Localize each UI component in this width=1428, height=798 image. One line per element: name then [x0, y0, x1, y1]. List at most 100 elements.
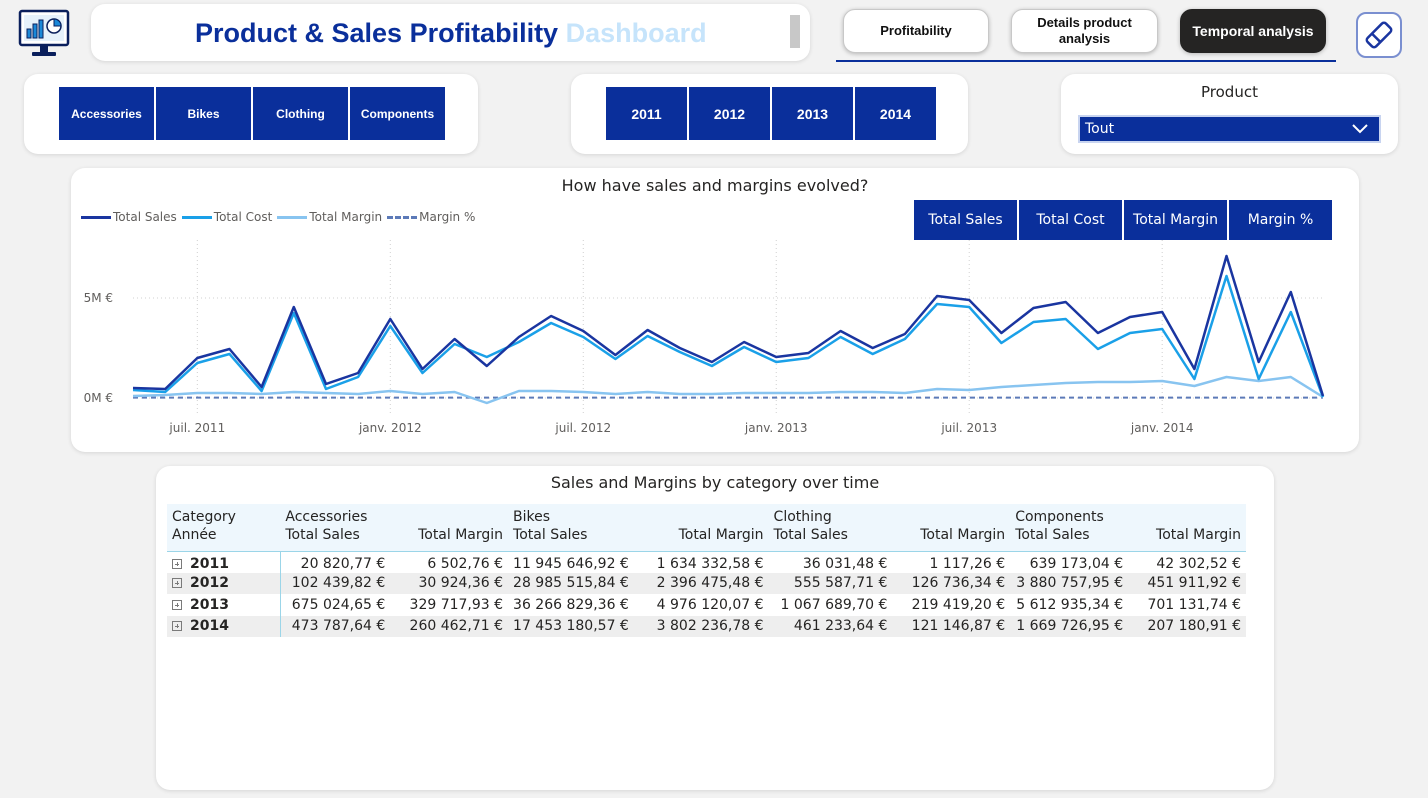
- table-cell: 207 180,91 €: [1128, 615, 1246, 637]
- table-cell: 1 117,26 €: [929, 556, 1006, 572]
- category-components-button[interactable]: Components: [350, 87, 445, 140]
- year-label: 2011: [190, 556, 229, 572]
- table-cell: 6 502,76 €: [427, 556, 504, 572]
- row-header-year: Année: [167, 525, 281, 552]
- table-cell: 28 985 515,84 €: [508, 572, 634, 594]
- page-title: Product & Sales Profitability Dashboard: [195, 18, 707, 49]
- column-header-measure[interactable]: Total Sales: [508, 525, 634, 552]
- table-row: 2011 20 820,77 € 6 502,76 € 11 945 646,9…: [167, 551, 1246, 573]
- table-cell: 17 453 180,57 €: [508, 615, 634, 637]
- table-cell: 451 911,92 €: [1128, 572, 1246, 594]
- table-cell: 1 634 332,58 €: [656, 556, 764, 572]
- y-tick-label: 0M €: [84, 391, 113, 405]
- matrix-title: Sales and Margins by category over time: [550, 473, 880, 492]
- row-header-2011: 2011: [167, 551, 281, 573]
- metric-total-cost-button[interactable]: Total Cost: [1019, 200, 1122, 240]
- x-tick-label: juil. 2012: [554, 421, 611, 435]
- table-cell: 555 587,71 €: [768, 572, 893, 594]
- column-header-category[interactable]: Accessories: [280, 504, 391, 525]
- tab-details-product-analysis[interactable]: Details product analysis: [1011, 9, 1158, 53]
- column-header-blank: [892, 504, 1011, 525]
- expand-plus-icon[interactable]: [172, 621, 182, 632]
- column-header-measure[interactable]: Total Margin: [892, 525, 1011, 552]
- table-cell: 5 612 935,34 €: [1016, 596, 1124, 613]
- year-slicer: 2011 2012 2013 2014: [571, 74, 968, 154]
- dashboard-monitor-icon: [18, 8, 70, 60]
- x-tick-label: janv. 2014: [1130, 421, 1194, 435]
- table-cell: 126 736,34 €: [892, 572, 1011, 594]
- product-slicer: Product Tout: [1061, 74, 1398, 154]
- table-row: 2013 675 024,65 € 329 717,93 € 36 266 82…: [167, 594, 1246, 616]
- column-header-measure[interactable]: Total Margin: [633, 525, 769, 552]
- page-title-main: Product & Sales Profitability: [195, 18, 559, 48]
- x-tick-label: janv. 2012: [358, 421, 422, 435]
- y-tick-label: 5M €: [84, 291, 113, 305]
- row-header-category: Category: [167, 504, 281, 525]
- year-2013-button[interactable]: 2013: [772, 87, 853, 140]
- table-row: 2014 473 787,64 € 260 462,71 € 17 453 18…: [167, 615, 1246, 637]
- year-2011-button[interactable]: 2011: [606, 87, 687, 140]
- table-cell: 329 717,93 €: [409, 596, 504, 613]
- column-header-measure[interactable]: Total Sales: [768, 525, 893, 552]
- column-header-blank: [1128, 504, 1246, 525]
- table-cell: 675 024,65 €: [291, 596, 386, 613]
- column-header-measure[interactable]: Total Sales: [1010, 525, 1129, 552]
- product-slicer-label: Product: [1201, 83, 1258, 101]
- table-cell: 121 146,87 €: [892, 615, 1011, 637]
- title-scrollbar[interactable]: [790, 15, 800, 48]
- expand-plus-icon[interactable]: [172, 578, 182, 589]
- x-tick-label: juil. 2013: [940, 421, 997, 435]
- table-cell: 42 302,52 €: [1156, 556, 1241, 572]
- row-header-2012: 2012: [167, 572, 281, 594]
- page-navigator: Profitability Details product analysis T…: [836, 4, 1336, 62]
- table-cell: 2 396 475,48 €: [633, 572, 769, 594]
- series-line-total-cost[interactable]: [132, 274, 1325, 398]
- product-dropdown[interactable]: Tout: [1078, 115, 1381, 143]
- column-header-category[interactable]: Bikes: [508, 504, 634, 525]
- chevron-down-icon: [1351, 123, 1369, 139]
- series-line-total-margin[interactable]: [132, 375, 1324, 405]
- category-bikes-button[interactable]: Bikes: [156, 87, 251, 140]
- clear-filters-button[interactable]: [1356, 12, 1402, 58]
- table-cell: 36 266 829,36 €: [513, 596, 629, 613]
- year-label: 2013: [190, 596, 229, 613]
- category-accessories-button[interactable]: Accessories: [59, 87, 154, 140]
- metric-total-sales-button[interactable]: Total Sales: [914, 200, 1017, 240]
- year-2012-button[interactable]: 2012: [689, 87, 770, 140]
- column-header-measure[interactable]: Total Margin: [1128, 525, 1246, 552]
- category-matrix-card: Sales and Margins by category over time …: [156, 466, 1274, 790]
- year-label: 2012: [190, 575, 229, 592]
- row-header-2013: 2013: [167, 594, 281, 616]
- metric-margin-pct-button[interactable]: Margin %: [1229, 200, 1332, 240]
- year-2014-button[interactable]: 2014: [855, 87, 936, 140]
- category-slicer: Accessories Bikes Clothing Components: [24, 74, 478, 154]
- table-cell: 1 669 726,95 €: [1010, 615, 1129, 637]
- row-header-2014: 2014: [167, 615, 281, 637]
- category-year-matrix: Category Accessories Bikes Clothing Comp…: [167, 504, 1246, 637]
- table-cell: 11 945 646,92 €: [513, 556, 629, 572]
- column-header-category[interactable]: Clothing: [768, 504, 893, 525]
- page-title-accent: Dashboard: [565, 18, 707, 48]
- column-header-blank: [633, 504, 769, 525]
- tab-temporal-analysis[interactable]: Temporal analysis: [1180, 9, 1326, 53]
- x-tick-label: janv. 2013: [744, 421, 808, 435]
- product-dropdown-value: Tout: [1085, 121, 1115, 137]
- table-cell: 473 787,64 €: [280, 615, 391, 637]
- expand-plus-icon[interactable]: [172, 599, 182, 610]
- column-header-measure[interactable]: Total Margin: [390, 525, 509, 552]
- category-clothing-button[interactable]: Clothing: [253, 87, 348, 140]
- column-header-measure[interactable]: Total Sales: [280, 525, 391, 552]
- expand-plus-icon[interactable]: [172, 559, 182, 569]
- column-header-category[interactable]: Components: [1010, 504, 1129, 525]
- tab-profitability[interactable]: Profitability: [843, 9, 989, 53]
- series-line-total-sales[interactable]: [132, 254, 1325, 397]
- table-cell: 20 820,77 €: [300, 556, 386, 572]
- table-cell: 3 880 757,95 €: [1010, 572, 1129, 594]
- metric-total-margin-button[interactable]: Total Margin: [1124, 200, 1227, 240]
- year-label: 2014: [190, 618, 229, 635]
- table-cell: 1 067 689,70 €: [780, 596, 888, 613]
- table-cell: 461 233,64 €: [768, 615, 893, 637]
- title-card: Product & Sales Profitability Dashboard: [91, 4, 810, 61]
- table-cell: 219 419,20 €: [911, 596, 1006, 613]
- column-header-blank: [390, 504, 509, 525]
